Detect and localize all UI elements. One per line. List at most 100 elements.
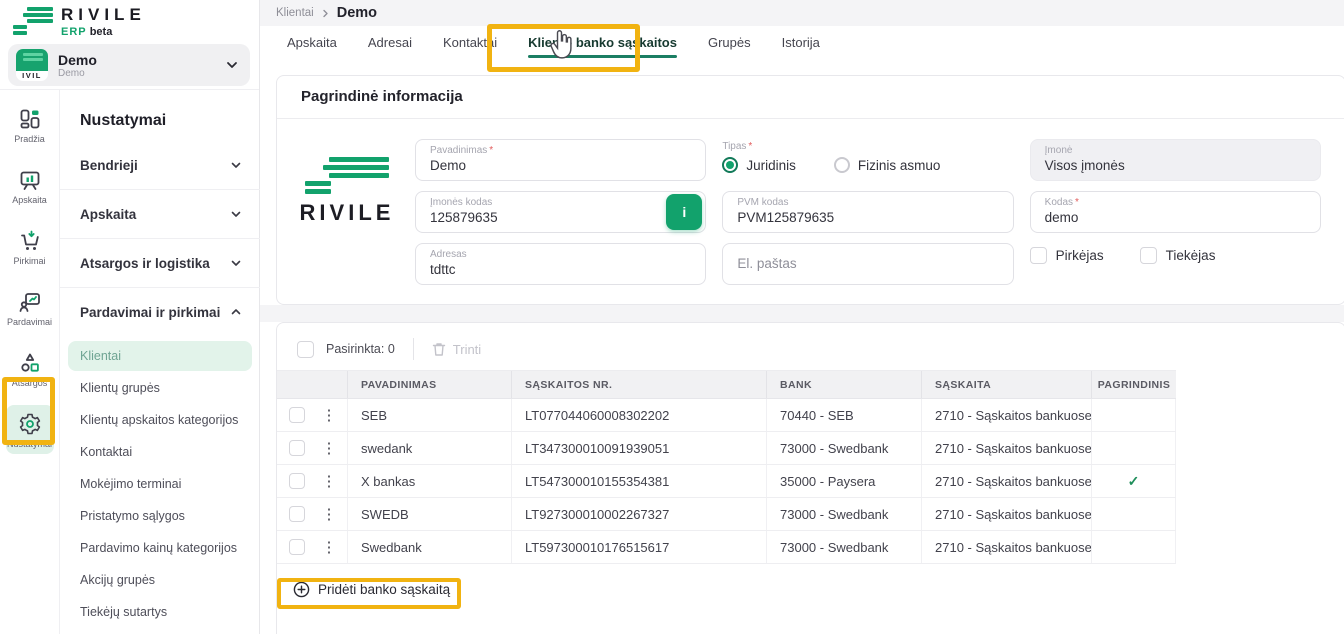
info-button[interactable]: i — [666, 194, 702, 230]
rail-item-pardavimai[interactable]: Pardavimai — [6, 283, 54, 332]
tab[interactable]: Istorija — [782, 26, 820, 59]
table-row: ⋮SEBLT07704406000830220270440 - SEB2710 … — [277, 399, 1176, 432]
client-logo-icon — [305, 157, 389, 194]
company-subtitle: Demo — [58, 68, 226, 79]
rail-label: Pardavimai — [7, 317, 52, 327]
tab[interactable]: Adresai — [368, 26, 412, 59]
settings-menu-title: Nustatymai — [60, 90, 260, 146]
field-label: Pavadinimas* — [430, 145, 691, 156]
rail-label: Apskaita — [12, 195, 47, 205]
client-logo-text: RIVILE — [295, 200, 399, 226]
section-label: Atsargos ir logistika — [80, 256, 210, 271]
rail-item-apskaita[interactable]: Apskaita — [6, 161, 54, 210]
row-checkbox[interactable] — [289, 440, 305, 456]
pagrindinis-cell — [1091, 432, 1176, 464]
pagrindinis-cell — [1091, 498, 1176, 530]
rivile-logo-icon — [13, 5, 53, 37]
brand-text: RIVILE ERP beta — [61, 5, 146, 38]
trash-icon — [432, 342, 446, 357]
tiekejas-checkbox[interactable]: Tiekėjas — [1140, 247, 1216, 264]
form-column-3: Įmonė Visos įmonės Kodas* demo Pirkėjas … — [1030, 139, 1321, 285]
kodas-field[interactable]: Kodas* demo — [1030, 191, 1321, 233]
section-label: Bendrieji — [80, 158, 138, 173]
tab[interactable]: Grupės — [708, 26, 751, 59]
kebab-menu-icon[interactable]: ⋮ — [322, 441, 337, 456]
pavadinimas-field[interactable]: Pavadinimas* Demo — [415, 139, 706, 181]
breadcrumb-parent-link[interactable]: Klientai — [276, 7, 314, 19]
el-pastas-field[interactable]: El. paštas — [722, 243, 1013, 285]
chevron-down-icon — [230, 208, 242, 220]
add-bank-account-button[interactable]: Pridėti banko sąskaitą — [287, 577, 456, 602]
row-checkbox[interactable] — [289, 506, 305, 522]
form-column-1: Pavadinimas* Demo Įmonės kodas 125879635… — [415, 139, 706, 285]
brand-subtitle: ERP beta — [61, 26, 146, 38]
imone-field[interactable]: Įmonė Visos įmonės — [1030, 139, 1321, 181]
saskaita-cell: 2710 - Sąskaitos bankuose — [921, 465, 1091, 497]
required-asterisk: * — [1075, 197, 1079, 208]
company-selector-text: Demo Demo — [58, 52, 226, 79]
inventory-shapes-icon — [18, 351, 42, 375]
settings-submenu-item[interactable]: Klientų apskaitos kategorijos — [68, 405, 252, 435]
client-logo: RIVILE — [295, 139, 399, 285]
row-checkbox[interactable] — [289, 473, 305, 489]
table-header-cell: PAGRINDINIS — [1091, 371, 1176, 398]
settings-submenu-item[interactable]: Akcijų grupės — [68, 565, 252, 595]
settings-section-pardavimai-ir-pirkimai[interactable]: Pardavimai ir pirkimai — [60, 293, 260, 331]
select-all-checkbox[interactable] — [297, 341, 314, 358]
settings-submenu: KlientaiKlientų grupėsKlientų apskaitos … — [60, 341, 260, 634]
imones-kodas-field[interactable]: Įmonės kodas 125879635 i — [415, 191, 706, 233]
settings-submenu-item[interactable]: Tiekėjų sutartys — [68, 597, 252, 627]
settings-submenu-item[interactable]: Kontaktai — [68, 437, 252, 467]
rail-item-pradzia[interactable]: Pradžia — [6, 100, 54, 149]
brand-name: RIVILE — [61, 5, 146, 25]
settings-submenu-item[interactable]: Klientų grupės — [68, 373, 252, 403]
company-selector[interactable]: IVIL Demo Demo — [8, 44, 250, 86]
kebab-menu-icon[interactable]: ⋮ — [322, 540, 337, 555]
delete-button[interactable]: Trinti — [432, 342, 481, 357]
chevron-down-icon — [230, 257, 242, 269]
icon-rail: Pradžia Apskaita Pirkimai — [0, 90, 60, 634]
rail-item-atsargos[interactable]: Atsargos — [6, 344, 54, 393]
bank-accounts-table: PAVADINIMASSĄSKAITOS NR.BANKSĄSKAITAPAGR… — [277, 370, 1176, 564]
row-checkbox[interactable] — [289, 539, 305, 555]
bank-name-cell: X bankas — [347, 465, 511, 497]
tab[interactable]: Apskaita — [287, 26, 337, 59]
adresas-field[interactable]: Adresas tdttc — [415, 243, 706, 285]
row-checkbox[interactable] — [289, 407, 305, 423]
account-number-cell: LT547300010155354381 — [511, 465, 766, 497]
settings-gear-icon — [18, 412, 42, 436]
rail-item-nustatymai[interactable]: Nustatymai — [6, 405, 54, 454]
bank-cell: 73000 - Swedbank — [766, 432, 921, 464]
field-value: 125879635 — [430, 210, 691, 225]
radio-juridinis[interactable]: Juridinis — [722, 157, 796, 173]
radio-unselected-icon — [834, 157, 850, 173]
account-number-cell: LT927300010002267327 — [511, 498, 766, 530]
kebab-menu-icon[interactable]: ⋮ — [322, 474, 337, 489]
rail-item-pirkimai[interactable]: Pirkimai — [6, 222, 54, 271]
kebab-menu-icon[interactable]: ⋮ — [322, 408, 337, 423]
settings-submenu-item[interactable]: Klientai — [68, 341, 252, 371]
settings-submenu-item[interactable]: Mokėjimo terminai — [68, 469, 252, 499]
company-avatar-text: IVIL — [16, 71, 48, 81]
bank-cell: 73000 - Swedbank — [766, 498, 921, 530]
chevron-down-icon — [226, 59, 238, 71]
checkbox-icon — [1030, 247, 1047, 264]
table-row: ⋮SwedbankLT59730001017651561773000 - Swe… — [277, 531, 1176, 564]
pagrindinis-cell: ✓ — [1091, 465, 1176, 497]
row-select-cell — [277, 432, 311, 464]
settings-section-apskaita[interactable]: Apskaita — [60, 195, 260, 233]
required-asterisk: * — [489, 145, 493, 156]
settings-submenu-item[interactable]: Pardavimo kainų kategorijos — [68, 533, 252, 563]
settings-submenu-item[interactable]: Pristatymo sąlygos — [68, 501, 252, 531]
pvm-kodas-field[interactable]: PVM kodas PVM125879635 — [722, 191, 1013, 233]
settings-submenu-item[interactable]: Pirkėjų sutartys — [68, 629, 252, 634]
radio-selected-icon — [722, 157, 738, 173]
tab[interactable]: Kontaktai — [443, 26, 497, 59]
radio-fizinis-asmuo[interactable]: Fizinis asmuo — [834, 157, 941, 173]
divider — [60, 287, 260, 288]
pirkejas-checkbox[interactable]: Pirkėjas — [1030, 247, 1104, 264]
kebab-menu-icon[interactable]: ⋮ — [322, 507, 337, 522]
settings-section-bendrieji[interactable]: Bendrieji — [60, 146, 260, 184]
settings-section-atsargos-ir-logistika[interactable]: Atsargos ir logistika — [60, 244, 260, 282]
tab[interactable]: Kliento banko sąskaitos — [528, 26, 677, 59]
